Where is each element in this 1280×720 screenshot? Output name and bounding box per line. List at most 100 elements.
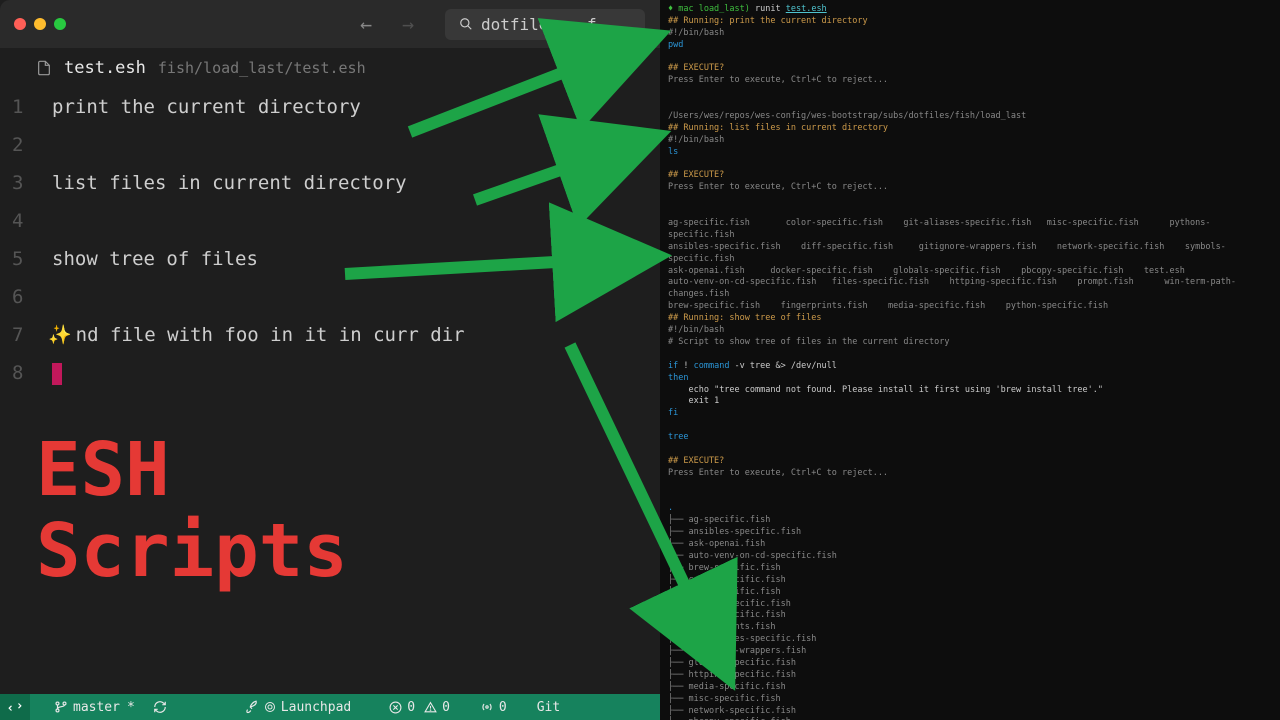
launchpad-label: Launchpad [281, 700, 351, 715]
overlay-line1: ESH [36, 430, 348, 511]
terminal-line [668, 480, 1272, 492]
terminal-line: ├── gitignore-wrappers.fish [668, 646, 1272, 658]
terminal-line: ## Running: show tree of files [668, 313, 1272, 325]
terminal-line: #!/bin/bash [668, 28, 1272, 40]
terminal-line: tree [668, 432, 1272, 444]
line-number: 2 [12, 126, 52, 164]
terminal-line: brew-specific.fish fingerprints.fish med… [668, 301, 1272, 313]
problems-button[interactable]: 0 0 [389, 700, 450, 715]
titlebar: ← → dotfiles — f [0, 0, 660, 48]
terminal-line: ## EXECUTE? [668, 63, 1272, 75]
nav-forward-icon[interactable]: → [402, 12, 414, 36]
terminal-line [668, 194, 1272, 206]
search-text: dotfiles — f [481, 15, 597, 34]
window-controls [14, 18, 66, 30]
code-text: ✨nd file with foo in it in curr dir [52, 316, 465, 354]
error-count: 0 [407, 700, 415, 715]
terminal-line: ├── ansibles-specific.fish [668, 527, 1272, 539]
radio-icon [480, 700, 494, 714]
terminal-line: ├── docker-specific.fish [668, 599, 1272, 611]
terminal-line: ├── color-specific.fish [668, 575, 1272, 587]
target-icon [264, 701, 276, 713]
overlay-line2: Scripts [36, 511, 348, 592]
terminal-line: . [668, 503, 1272, 515]
terminal-line [668, 99, 1272, 111]
branch-icon [54, 700, 68, 714]
terminal-line: ag-specific.fish color-specific.fish git… [668, 218, 1272, 242]
breadcrumb: test.esh fish/load_last/test.esh [0, 48, 660, 88]
terminal-line: ├── auto-venv-on-cd-specific.fish [668, 551, 1272, 563]
code-line[interactable]: 6 [12, 278, 660, 316]
terminal-line: ask-openai.fish docker-specific.fish glo… [668, 266, 1272, 278]
terminal-line: if ! command -v tree &> /dev/null [668, 361, 1272, 373]
terminal-line: ├── git-aliases-specific.fish [668, 634, 1272, 646]
terminal-line: then [668, 373, 1272, 385]
terminal-line [668, 159, 1272, 171]
maximize-icon[interactable] [54, 18, 66, 30]
terminal-line: exit 1 [668, 396, 1272, 408]
git-branch[interactable]: master * [54, 700, 135, 715]
terminal-line: ├── misc-specific.fish [668, 694, 1272, 706]
terminal-line [668, 206, 1272, 218]
terminal-line [668, 349, 1272, 361]
sparkle-icon: ✨ [48, 324, 72, 346]
code-line[interactable]: 5show tree of files [12, 240, 660, 278]
status-bar: master * Launchpad 0 0 0 Git [0, 694, 660, 720]
minimize-icon[interactable] [34, 18, 46, 30]
terminal-line: ## EXECUTE? [668, 170, 1272, 182]
nav-back-icon[interactable]: ← [360, 12, 372, 36]
terminal-line: ♦ mac load_last) runit test.esh [668, 4, 1272, 16]
terminal-line: ## Running: print the current directory [668, 16, 1272, 28]
line-number: 7 [12, 316, 52, 354]
warning-count: 0 [442, 700, 450, 715]
terminal-line [668, 420, 1272, 432]
rocket-icon [245, 700, 259, 714]
branch-name: master [73, 700, 120, 715]
code-line[interactable]: 4 [12, 202, 660, 240]
terminal-line: #!/bin/bash [668, 325, 1272, 337]
search-icon [459, 17, 473, 31]
terminal-line: ## Running: list files in current direct… [668, 123, 1272, 135]
code-line[interactable]: 8 [12, 354, 660, 392]
close-icon[interactable] [14, 18, 26, 30]
terminal-line: ls [668, 147, 1272, 159]
terminal-line: ├── diff-specific.fish [668, 587, 1272, 599]
terminal-line: ├── ag-specific.fish [668, 515, 1272, 527]
line-number: 3 [12, 164, 52, 202]
terminal-line: ├── brew-specific.fish [668, 563, 1272, 575]
code-line[interactable]: 7✨nd file with foo in it in curr dir [12, 316, 660, 354]
code-text: print the current directory [52, 88, 361, 126]
command-center[interactable]: dotfiles — f [445, 9, 645, 40]
code-text [52, 354, 62, 392]
terminal-line: Press Enter to execute, Ctrl+C to reject… [668, 75, 1272, 87]
code-line[interactable]: 3list files in current directory [12, 164, 660, 202]
remote-indicator[interactable] [0, 694, 30, 720]
terminal-line: Press Enter to execute, Ctrl+C to reject… [668, 468, 1272, 480]
terminal-line: ├── httping-specific.fish [668, 670, 1272, 682]
cursor [52, 363, 62, 385]
terminal-line: pwd [668, 40, 1272, 52]
terminal-line [668, 444, 1272, 456]
terminal-line: echo "tree command not found. Please ins… [668, 385, 1272, 397]
terminal-line: /Users/wes/repos/wes-config/wes-bootstra… [668, 111, 1272, 123]
code-text: show tree of files [52, 240, 258, 278]
code-line[interactable]: 1print the current directory [12, 88, 660, 126]
ports-button[interactable]: 0 [480, 700, 507, 715]
terminal-line: Press Enter to execute, Ctrl+C to reject… [668, 182, 1272, 194]
port-count: 0 [499, 700, 507, 715]
terminal-output[interactable]: ♦ mac load_last) runit test.esh## Runnin… [660, 0, 1280, 720]
sync-button[interactable] [153, 700, 167, 714]
overlay-title: ESH Scripts [36, 430, 348, 593]
terminal-line: #!/bin/bash [668, 135, 1272, 147]
terminal-line: fi [668, 408, 1272, 420]
tab-filename[interactable]: test.esh [64, 58, 146, 78]
code-editor[interactable]: 1print the current directory23list files… [0, 88, 660, 694]
sync-icon [153, 700, 167, 714]
git-status[interactable]: Git [537, 700, 560, 715]
line-number: 5 [12, 240, 52, 278]
code-line[interactable]: 2 [12, 126, 660, 164]
terminal-line [668, 492, 1272, 504]
launchpad-button[interactable]: Launchpad [245, 700, 351, 715]
warning-icon [424, 701, 437, 714]
terminal-line: ansibles-specific.fish diff-specific.fis… [668, 242, 1272, 266]
